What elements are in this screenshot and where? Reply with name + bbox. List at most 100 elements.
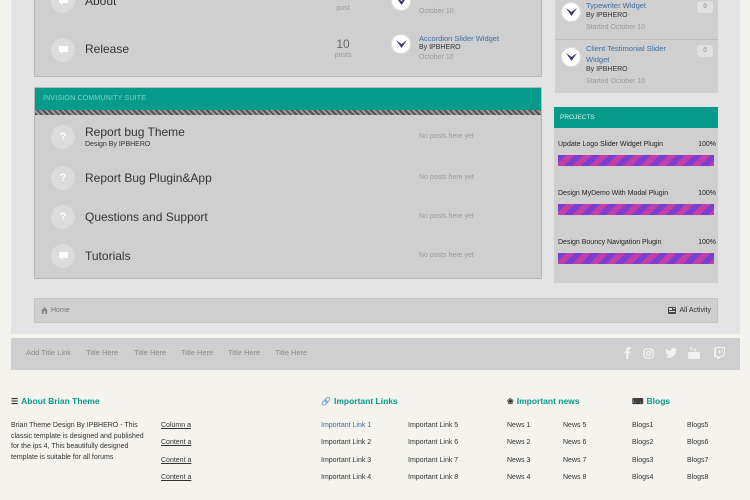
forum-row[interactable]: Tutorials No posts here yet	[35, 236, 541, 275]
topic-date: Started October 10	[586, 78, 646, 85]
breadcrumb-home[interactable]: Home	[41, 307, 70, 314]
footer-link[interactable]: Important Link 4	[321, 474, 371, 481]
footer-nav-link[interactable]: Title Here	[181, 348, 213, 357]
footer-heading-important-links: 🔗 Important Links	[321, 396, 398, 406]
last-post-title[interactable]: Accordion Slider Widget	[419, 34, 499, 43]
footer-link[interactable]: Content a	[161, 439, 191, 446]
question-icon: ?	[51, 165, 75, 190]
project-name: Design MyDemo With Modal Plugin	[558, 190, 669, 197]
footer-heading-news: ❀ Important news	[507, 396, 580, 406]
topic-author: By IPBHERO	[586, 66, 628, 73]
footer-link[interactable]: Blogs1	[632, 422, 653, 429]
footer-link[interactable]: News 2	[507, 439, 530, 446]
footer-link[interactable]: Important Link 3	[321, 457, 371, 464]
footer-link[interactable]: Important Link 2	[321, 439, 371, 446]
activity-icon	[668, 307, 677, 314]
projects-widget: PROJECTS Update Logo Slider Widget Plugi…	[554, 107, 718, 283]
footer-heading-text: About Brian Theme	[21, 396, 100, 406]
divider	[555, 39, 718, 40]
news-icon: ❀	[507, 396, 514, 406]
topic-title[interactable]: Client Testimonial Slider Widget	[586, 43, 686, 65]
footer-link[interactable]: Content a	[161, 474, 191, 481]
forum-title[interactable]: Tutorials	[85, 249, 131, 263]
footer-nav-link[interactable]: Title Here	[86, 348, 118, 357]
footer-nav-link[interactable]: Title Here	[134, 348, 166, 357]
progress-bar	[558, 204, 714, 215]
footer-link[interactable]: Blogs8	[687, 474, 708, 481]
avatar	[561, 2, 581, 22]
footer-link[interactable]: News 8	[563, 474, 586, 481]
avatar	[561, 47, 581, 67]
footer-link[interactable]: Blogs5	[687, 422, 708, 429]
forum-row[interactable]: ? Questions and Support No posts here ye…	[35, 197, 541, 236]
topic-title[interactable]: Typewriter Widget	[586, 0, 686, 11]
forum-title[interactable]: Questions and Support	[85, 210, 208, 224]
projects-header: PROJECTS	[554, 107, 718, 128]
avatar	[391, 34, 411, 54]
footer-nav-link[interactable]: Add Title Link	[26, 348, 71, 357]
footer-link[interactable]: Important Link 8	[408, 474, 458, 481]
no-posts-status: No posts here yet	[419, 213, 474, 220]
footer-link[interactable]: Content a	[161, 457, 191, 464]
footer-nav-link[interactable]: Title Here	[228, 348, 260, 357]
forum-title[interactable]: Report Bug Plugin&App	[85, 171, 212, 185]
progress-bar	[558, 155, 714, 166]
breadcrumb: Home All Activity	[34, 298, 718, 323]
youtube-icon[interactable]	[687, 346, 701, 360]
no-posts-status: No posts here yet	[419, 133, 474, 140]
facebook-icon[interactable]	[620, 346, 634, 360]
topic-author: By IPBHERO	[586, 12, 628, 19]
forum-row[interactable]: ? Report Bug Plugin&App No posts here ye…	[35, 158, 541, 197]
footer-link[interactable]: Important Link 6	[408, 439, 458, 446]
home-icon	[41, 307, 48, 314]
sidebar-recent-topics: Typewriter Widget By IPBHERO Started Oct…	[555, 0, 718, 93]
forum-description: Design By IPBHERO	[85, 141, 151, 148]
footer-link[interactable]: News 7	[563, 457, 586, 464]
forum-title[interactable]: About	[85, 0, 116, 8]
footer-nav: Add Title Link Title Here Title Here Tit…	[11, 338, 740, 370]
footer-heading-blogs: ⌨ Blogs	[632, 396, 670, 406]
breadcrumb-home-label: Home	[51, 307, 70, 314]
footer-link[interactable]: News 3	[507, 457, 530, 464]
post-count-label: posts	[334, 52, 352, 59]
forum-bubble-icon	[51, 0, 75, 13]
twitch-icon[interactable]	[712, 346, 726, 360]
footer-link[interactable]: Important Link 5	[408, 422, 458, 429]
keyboard-icon: ⌨	[632, 396, 644, 406]
footer-heading-text: Important news	[516, 396, 580, 406]
project-percent: 100%	[698, 239, 716, 246]
forum-row-release[interactable]: Release 10 posts Accordion Slider Widget…	[35, 30, 541, 69]
last-post-date: October 10	[419, 54, 454, 61]
post-count-label: post	[336, 5, 350, 12]
footer-about-text: Brian Theme Design By IPBHERO - This cla…	[11, 422, 144, 461]
forum-row[interactable]: ? Report bug Theme Design By IPBHERO No …	[35, 117, 541, 156]
last-post-author: By IPBHERO	[419, 44, 461, 51]
footer-heading-about: ☰ About Brian Theme	[11, 396, 100, 406]
forum-title[interactable]: Release	[85, 42, 129, 56]
footer-link[interactable]: Important Link 7	[408, 457, 458, 464]
forum-row-about[interactable]: About post October 10	[35, 0, 541, 20]
footer-link[interactable]: News 5	[563, 422, 586, 429]
link-icon: 🔗	[321, 396, 331, 406]
footer-link[interactable]: News 1	[507, 422, 530, 429]
footer-link[interactable]: Important Link 1	[321, 422, 371, 429]
project-name: Design Bouncy Navigation Plugin	[558, 239, 662, 246]
footer-link[interactable]: Column a	[161, 422, 191, 429]
forum-title[interactable]: Report bug Theme	[85, 125, 185, 139]
no-posts-status: No posts here yet	[419, 252, 474, 259]
reply-count-badge: 0	[697, 1, 713, 13]
category-header[interactable]: INVISION COMMUNITY SUITE	[35, 88, 541, 110]
footer-link[interactable]: Blogs6	[687, 439, 708, 446]
twitter-icon[interactable]	[664, 346, 678, 360]
instagram-icon[interactable]	[641, 346, 655, 360]
footer-link[interactable]: Blogs3	[632, 457, 653, 464]
footer-link[interactable]: Blogs4	[632, 474, 653, 481]
footer-link[interactable]: News 4	[507, 474, 530, 481]
footer-link[interactable]: Blogs7	[687, 457, 708, 464]
footer-link[interactable]: Blogs2	[632, 439, 653, 446]
footer-link[interactable]: News 6	[563, 439, 586, 446]
question-icon: ?	[51, 124, 75, 149]
all-activity-label: All Activity	[679, 307, 711, 314]
all-activity-link[interactable]: All Activity	[668, 307, 711, 314]
footer-nav-link[interactable]: Title Here	[275, 348, 307, 357]
